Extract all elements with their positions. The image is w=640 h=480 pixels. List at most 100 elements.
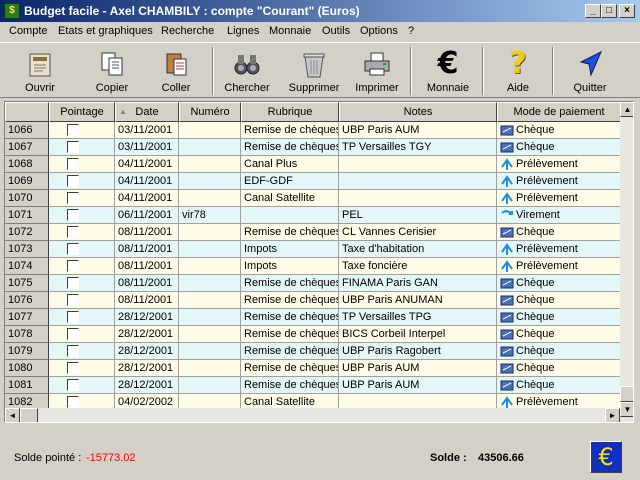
date-cell[interactable]: 04/11/2001: [115, 190, 179, 207]
row-number[interactable]: 1080: [5, 360, 49, 377]
date-cell[interactable]: 03/11/2001: [115, 122, 179, 139]
column-header-rubrique[interactable]: Rubrique: [241, 102, 339, 122]
notes-cell[interactable]: UBP Paris AUM: [339, 360, 497, 377]
notes-cell[interactable]: Taxe foncière: [339, 258, 497, 275]
notes-cell[interactable]: [339, 190, 497, 207]
menu-lignes[interactable]: Lignes: [227, 25, 259, 37]
rubrique-cell[interactable]: Remise de chèques: [241, 292, 339, 309]
numero-cell[interactable]: [179, 156, 241, 173]
pointage-cell[interactable]: [49, 207, 115, 224]
quitter-button[interactable]: Quitter: [566, 45, 614, 97]
pointage-checkbox[interactable]: [67, 175, 79, 187]
mode-cell[interactable]: Prélèvement: [497, 241, 621, 258]
row-number[interactable]: 1079: [5, 343, 49, 360]
numero-cell[interactable]: vir78: [179, 207, 241, 224]
rubrique-cell[interactable]: Remise de chèques: [241, 139, 339, 156]
numero-cell[interactable]: [179, 241, 241, 258]
table-row[interactable]: 1073 08/11/2001 Impots Taxe d'habitation Pré…: [5, 241, 621, 258]
numero-cell[interactable]: [179, 173, 241, 190]
table-row[interactable]: 1077 28/12/2001 Remise de chèques TP Versai…: [5, 309, 621, 326]
numero-cell[interactable]: [179, 292, 241, 309]
pointage-checkbox[interactable]: [67, 345, 79, 357]
pointage-cell[interactable]: [49, 190, 115, 207]
row-number[interactable]: 1071: [5, 207, 49, 224]
pointage-checkbox[interactable]: [67, 396, 79, 408]
mode-cell[interactable]: Chèque: [497, 275, 621, 292]
mode-cell[interactable]: Chèque: [497, 139, 621, 156]
rubrique-cell[interactable]: Remise de chèques: [241, 360, 339, 377]
date-cell[interactable]: 08/11/2001: [115, 241, 179, 258]
table-row[interactable]: 1078 28/12/2001 Remise de chèques BICS Corb…: [5, 326, 621, 343]
date-cell[interactable]: 06/11/2001: [115, 207, 179, 224]
menu-etats-graphiques[interactable]: Etats et graphiques: [58, 25, 153, 37]
table-row[interactable]: 1075 08/11/2001 Remise de chèques FINAMA Pa…: [5, 275, 621, 292]
mode-cell[interactable]: Chèque: [497, 343, 621, 360]
pointage-checkbox[interactable]: [67, 362, 79, 374]
scroll-thumb[interactable]: [620, 386, 633, 402]
date-cell[interactable]: 28/12/2001: [115, 309, 179, 326]
mode-cell[interactable]: Chèque: [497, 122, 621, 139]
notes-cell[interactable]: UBP Paris AUM: [339, 122, 497, 139]
table-row[interactable]: 1080 28/12/2001 Remise de chèques UBP Paris…: [5, 360, 621, 377]
pointage-checkbox[interactable]: [67, 192, 79, 204]
pointage-checkbox[interactable]: [67, 124, 79, 136]
row-number[interactable]: 1075: [5, 275, 49, 292]
menu-monnaie[interactable]: Monnaie: [269, 25, 311, 37]
menu-recherche[interactable]: Recherche: [161, 25, 214, 37]
row-number[interactable]: 1070: [5, 190, 49, 207]
numero-cell[interactable]: [179, 190, 241, 207]
rubrique-cell[interactable]: Impots: [241, 258, 339, 275]
rubrique-cell[interactable]: Remise de chèques: [241, 326, 339, 343]
row-number[interactable]: 1077: [5, 309, 49, 326]
pointage-checkbox[interactable]: [67, 277, 79, 289]
rubrique-cell[interactable]: Remise de chèques: [241, 343, 339, 360]
numero-cell[interactable]: [179, 122, 241, 139]
notes-cell[interactable]: TP Versailles TGY: [339, 139, 497, 156]
rubrique-cell[interactable]: Remise de chèques: [241, 224, 339, 241]
mode-cell[interactable]: Virement: [497, 207, 621, 224]
supprimer-button[interactable]: Supprimer: [286, 45, 342, 97]
pointage-checkbox[interactable]: [67, 311, 79, 323]
date-cell[interactable]: 08/11/2001: [115, 258, 179, 275]
numero-cell[interactable]: [179, 343, 241, 360]
pointage-cell[interactable]: [49, 377, 115, 394]
table-row[interactable]: 1072 08/11/2001 Remise de chèques CL Vannes…: [5, 224, 621, 241]
row-number[interactable]: 1067: [5, 139, 49, 156]
date-cell[interactable]: 08/11/2001: [115, 275, 179, 292]
pointage-cell[interactable]: [49, 258, 115, 275]
menu-options[interactable]: Options: [360, 25, 398, 37]
table-row[interactable]: 1067 03/11/2001 Remise de chèques TP Versai…: [5, 139, 621, 156]
numero-cell[interactable]: [179, 224, 241, 241]
horizontal-scrollbar[interactable]: ◄ ►: [5, 408, 620, 422]
scroll-left-arrow-icon[interactable]: ◄: [5, 408, 20, 422]
mode-cell[interactable]: Chèque: [497, 309, 621, 326]
maximize-button[interactable]: □: [601, 4, 617, 18]
numero-cell[interactable]: [179, 139, 241, 156]
notes-cell[interactable]: BICS Corbeil Interpel: [339, 326, 497, 343]
euro-currency-icon[interactable]: €: [590, 441, 622, 473]
column-header-pointage[interactable]: Pointage: [49, 102, 115, 122]
column-header-notes[interactable]: Notes: [339, 102, 497, 122]
pointage-checkbox[interactable]: [67, 226, 79, 238]
pointage-checkbox[interactable]: [67, 260, 79, 272]
date-cell[interactable]: 04/11/2001: [115, 173, 179, 190]
rubrique-cell[interactable]: Canal Plus: [241, 156, 339, 173]
row-number[interactable]: 1073: [5, 241, 49, 258]
menu-compte[interactable]: Compte: [9, 25, 48, 37]
rubrique-cell[interactable]: Remise de chèques: [241, 122, 339, 139]
rubrique-cell[interactable]: Remise de chèques: [241, 309, 339, 326]
notes-cell[interactable]: TP Versailles TPG: [339, 309, 497, 326]
pointage-checkbox[interactable]: [67, 294, 79, 306]
mode-cell[interactable]: Prélèvement: [497, 156, 621, 173]
menu-outils[interactable]: Outils: [322, 25, 350, 37]
aide-button[interactable]: ? Aide: [494, 45, 542, 97]
coller-button[interactable]: Coller: [152, 45, 200, 97]
mode-cell[interactable]: Chèque: [497, 292, 621, 309]
pointage-cell[interactable]: [49, 292, 115, 309]
column-header-date[interactable]: ▲ Date: [115, 102, 179, 122]
rubrique-cell[interactable]: Remise de chèques: [241, 275, 339, 292]
table-row[interactable]: 1081 28/12/2001 Remise de chèques UBP Paris…: [5, 377, 621, 394]
numero-cell[interactable]: [179, 326, 241, 343]
imprimer-button[interactable]: Imprimer: [352, 45, 402, 97]
notes-cell[interactable]: UBP Paris ANUMAN: [339, 292, 497, 309]
